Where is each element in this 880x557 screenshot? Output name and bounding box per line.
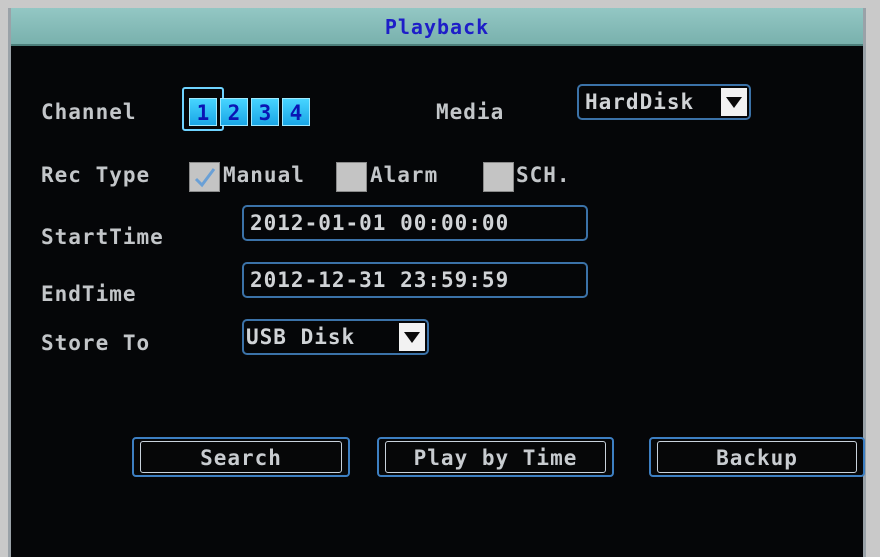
channel-3-button[interactable]: 3 [251,98,279,126]
dialog-title: Playback [384,15,490,39]
sch-label: SCH. [516,163,571,187]
media-dropdown[interactable]: HardDisk [577,84,751,120]
manual-label: Manual [223,163,305,187]
manual-checkbox[interactable] [189,162,220,192]
channel-label: Channel [41,100,137,124]
end-time-field[interactable]: 2012-12-31 23:59:59 [242,262,588,298]
store-to-dropdown[interactable]: USB Disk [242,319,429,355]
store-to-label: Store To [41,331,151,355]
backup-button-label: Backup [657,441,857,473]
backup-button[interactable]: Backup [649,437,865,477]
sch-checkbox[interactable] [483,162,514,192]
play-by-time-button-label: Play by Time [385,441,606,473]
media-value: HardDisk [585,90,695,114]
rec-type-label: Rec Type [41,163,151,187]
search-button-label: Search [140,441,342,473]
search-button[interactable]: Search [132,437,350,477]
start-time-label: StartTime [41,225,164,249]
alarm-label: Alarm [370,163,439,187]
channel-2-button[interactable]: 2 [220,98,248,126]
play-by-time-button[interactable]: Play by Time [377,437,614,477]
channel-1-button[interactable]: 1 [189,98,217,126]
chevron-down-icon[interactable] [399,323,425,351]
playback-dialog: Playback Channel 1 2 3 4 Media HardDisk … [8,8,866,557]
channel-4-button[interactable]: 4 [282,98,310,126]
checkmark-icon [194,168,216,188]
end-time-label: EndTime [41,282,137,306]
chevron-down-icon[interactable] [721,88,747,116]
start-time-field[interactable]: 2012-01-01 00:00:00 [242,205,588,241]
title-bar: Playback [11,8,863,46]
store-to-value: USB Disk [246,325,356,349]
media-label: Media [436,100,505,124]
alarm-checkbox[interactable] [336,162,367,192]
